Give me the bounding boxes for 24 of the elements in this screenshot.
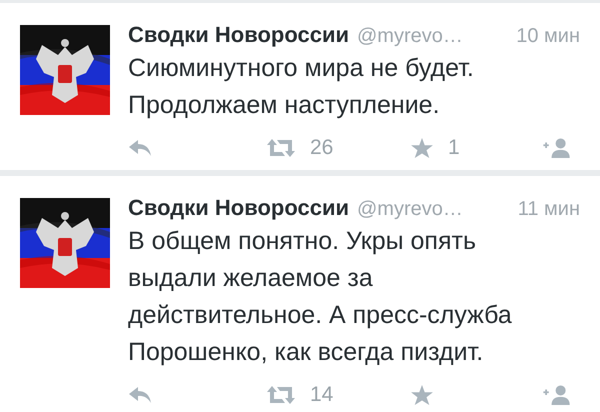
timestamp: 11 мин [518,198,580,221]
reply-icon [128,385,152,405]
author-handle: @myrevo… [357,198,464,221]
reply-icon [128,138,152,158]
tweet-text: В общем понятно. Укры опять выдали желаемое за действительное. А пресс-служба Порошенко, как всегда пиздит. [128,226,513,368]
tweet-text: Сиюминутного мира не будет. Продолжаем наступление. [128,53,475,121]
author-handle: @myrevo… [357,25,464,48]
retweet-count: 26 [310,136,334,160]
retweet-icon [266,138,296,158]
favorite-count: 1 [448,136,460,160]
retweet-count: 14 [310,383,334,407]
follow-button[interactable] [542,385,572,405]
add-person-icon [542,385,572,405]
retweet-button[interactable]: 26 [266,136,410,160]
follow-button[interactable] [542,138,572,158]
star-icon [410,138,434,158]
add-person-icon [542,138,572,158]
author-name[interactable]: Сводки Новороссии [128,22,349,48]
retweet-button[interactable]: 14 [266,383,410,407]
favorite-button[interactable]: 1 [410,136,542,160]
star-icon [410,385,434,405]
timestamp: 10 мин [516,25,580,48]
author-name[interactable]: Сводки Новороссии [128,195,349,221]
retweet-icon [266,385,296,405]
